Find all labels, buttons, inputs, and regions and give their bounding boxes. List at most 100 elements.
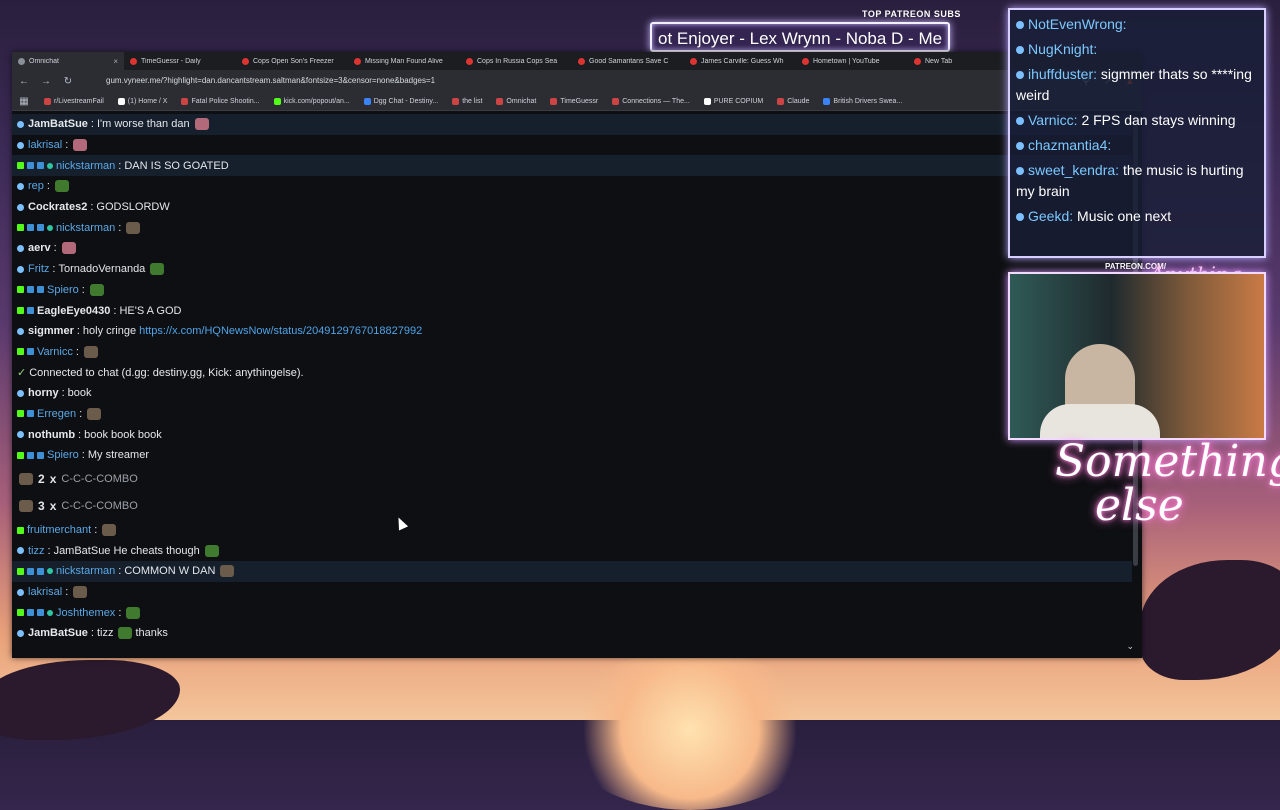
tab-7[interactable]: Hometown | YouTube (796, 52, 908, 70)
chat-emote-icon (118, 627, 133, 640)
scroll-down-icon[interactable]: ⌄ (1126, 641, 1134, 652)
subscriber-badge-icon (27, 348, 34, 356)
destiny-badge-icon (17, 327, 24, 335)
overlay-badge-icon (1016, 167, 1024, 175)
bookmark-item[interactable]: PURE COPIUM (703, 97, 763, 105)
overlay-badge-icon (1016, 213, 1024, 221)
subscriber-badge-icon (27, 609, 34, 617)
subscriber-badge-icon (37, 567, 44, 575)
kick-badge-icon (17, 410, 24, 418)
combo-emote-icon (19, 473, 33, 486)
tab-0[interactable]: Omnichat × (12, 52, 124, 70)
chat-username[interactable]: Joshthemex (56, 607, 115, 619)
chat-username[interactable]: aerv (28, 242, 51, 254)
username-colon: : (118, 606, 122, 619)
destiny-badge-icon (17, 431, 24, 439)
overlay-badge-icon (1016, 71, 1024, 79)
chat-username[interactable]: horny (28, 387, 59, 399)
bookmark-item[interactable]: Dgg Chat - Destiny... (363, 97, 438, 105)
bookmark-favicon-icon (363, 97, 371, 105)
chat-emote-icon (87, 407, 102, 420)
tab-3[interactable]: Missing Man Found Alive (348, 52, 460, 70)
subscriber-badge-icon (27, 410, 34, 418)
bookmark-item[interactable]: Connections — The... (612, 97, 690, 105)
chat-username[interactable]: nothumb (28, 429, 75, 441)
chat-username[interactable]: Fritz (28, 263, 49, 275)
kick-badge-icon (17, 224, 24, 232)
chat-username[interactable]: Spiero (47, 284, 79, 296)
back-icon[interactable]: ← (18, 76, 30, 87)
destiny-badge-icon (17, 244, 24, 252)
checkmark-icon: ✓ (17, 367, 27, 380)
tab-1[interactable]: TimeGuessr - Daily (124, 52, 236, 70)
bookmark-label: TimeGuessr (560, 97, 599, 105)
subscriber-badge-icon (37, 451, 44, 459)
bookmark-item[interactable]: Claude (777, 97, 810, 105)
username-colon: : (78, 428, 82, 441)
kick-badge-icon (17, 526, 24, 534)
bookmark-item[interactable]: British Drivers Swea... (823, 97, 902, 105)
chat-username[interactable]: tizz (28, 545, 45, 557)
tab-6[interactable]: James Carville: Guess Wh (684, 52, 796, 70)
tab-favicon-icon (130, 57, 137, 65)
combo-text: C-C-C-COMBO (61, 473, 138, 486)
overlay-username: sweet_kendra: (1028, 162, 1120, 178)
tab-label: James Carville: Guess Wh (701, 57, 784, 65)
tab-4[interactable]: Cops In Russia Cops Sea (460, 52, 572, 70)
apps-grid-icon[interactable]: ▦ (18, 96, 30, 107)
combo-emote-icon (19, 500, 33, 513)
chat-message: Fritz: TornadoVernanda (12, 259, 1132, 280)
chat-username[interactable]: fruitmerchant (27, 524, 91, 536)
chat-username[interactable]: nickstarman (56, 222, 115, 234)
chat-username[interactable]: nickstarman (56, 565, 115, 577)
bookmark-item[interactable]: (1) Home / X (117, 97, 167, 105)
overlay-badge-icon (1016, 142, 1024, 150)
tab-2[interactable]: Cops Open Son's Freezer (236, 52, 348, 70)
chat-username[interactable]: lakrisal (28, 139, 62, 151)
tab-5[interactable]: Good Samaritans Save C (572, 52, 684, 70)
chat-username[interactable]: Erregen (37, 408, 76, 420)
bookmark-item[interactable]: the list (452, 97, 482, 105)
tab-8[interactable]: New Tab (908, 52, 1020, 70)
chat-message: aerv: (12, 238, 1132, 259)
chat-username[interactable]: JamBatSue (28, 627, 88, 639)
bookmark-item[interactable]: Omnichat (496, 97, 536, 105)
chat-username[interactable]: EagleEye0430 (37, 305, 110, 317)
forward-icon[interactable]: → (40, 76, 52, 87)
chat-text-2: cringe (106, 325, 137, 338)
bookmark-favicon-icon (703, 97, 711, 105)
verified-badge-icon (47, 568, 53, 575)
bookmarks-bar: ▦ r/LivestreamFail (1) Home / X Fatal Poli… (12, 92, 1142, 111)
destiny-badge-icon (17, 588, 24, 596)
username-colon: : (118, 159, 122, 172)
chat-username[interactable]: sigmmer (28, 325, 74, 337)
chat-username[interactable]: lakrisal (28, 586, 62, 598)
bookmark-item[interactable]: r/LivestreamFail (44, 97, 104, 105)
chat-username[interactable]: rep (28, 180, 44, 192)
bookmark-item[interactable]: Fatal Police Shootin... (181, 97, 260, 105)
reload-icon[interactable]: ↻ (62, 76, 74, 87)
close-tab-icon[interactable]: × (113, 57, 118, 66)
destiny-badge-icon (17, 120, 24, 128)
chat-emote-icon (150, 263, 165, 276)
chat-username[interactable]: Spiero (47, 449, 79, 461)
chat-link[interactable]: https://x.com/HQNewsNow/status/204912976… (139, 325, 422, 337)
chat-emote-icon (204, 544, 219, 557)
chat-emote-icon (83, 345, 98, 358)
bookmark-item[interactable]: TimeGuessr (550, 97, 599, 105)
sunset-glow (560, 650, 820, 810)
system-message: ✓ Connected to chat (d.gg: destiny.gg, Ki… (12, 362, 1132, 383)
chat-username[interactable]: JamBatSue (28, 118, 88, 130)
subscriber-badge-icon (37, 609, 44, 617)
bookmark-favicon-icon (273, 97, 281, 105)
bookmark-label: Claude (787, 97, 810, 105)
chat-username[interactable]: nickstarman (56, 160, 115, 172)
tab-favicon-icon (18, 57, 25, 65)
chat-username[interactable]: Varnicc (37, 346, 73, 358)
bookmark-favicon-icon (44, 97, 51, 105)
tab-favicon-icon (690, 57, 697, 65)
bookmark-label: Fatal Police Shootin... (191, 97, 260, 105)
chat-username[interactable]: Cockrates2 (28, 201, 87, 213)
bookmark-item[interactable]: kick.com/popout/an... (273, 97, 350, 105)
address-bar[interactable]: gum.vyneer.me/?highlight=dan.dancantstre… (84, 73, 1070, 89)
